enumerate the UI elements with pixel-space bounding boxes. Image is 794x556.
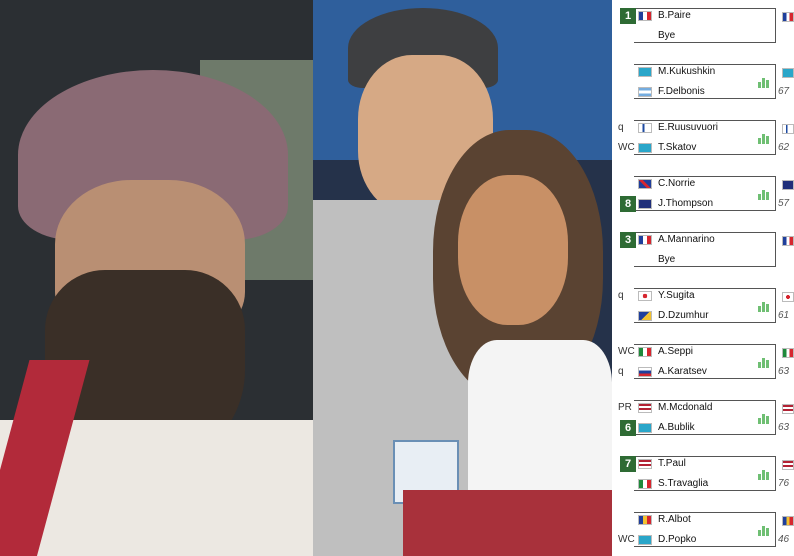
next-round-flag-icon [782,236,794,246]
player-name[interactable]: J.Thompson [658,198,713,209]
bracket-match: R.Albot WC D.Popko 46 [612,504,794,547]
player-name[interactable]: M.Mcdonald [658,402,712,413]
player-name[interactable]: M.Kukushkin [658,66,715,77]
match-stats-icon[interactable] [758,356,770,368]
flag-icon [638,123,652,133]
match-stats-icon[interactable] [758,524,770,536]
match-stats-icon[interactable] [758,188,770,200]
player-name[interactable]: A.Mannarino [658,234,715,245]
match-stats-icon[interactable] [758,468,770,480]
entry-tag: q [618,122,624,133]
bracket-match: q E.Ruusuvuori WC T.Skatov 62 [612,112,794,155]
flag-icon [638,403,652,413]
player-name[interactable]: A.Seppi [658,346,693,357]
seed-badge: 1 [620,8,636,24]
flag-icon [638,11,652,21]
match-score: 62 [778,142,790,153]
player-row[interactable]: 1 B.Paire [612,7,794,27]
next-round-flag-icon [782,124,794,134]
flag-icon [638,459,652,469]
bracket-match: M.Kukushkin F.Delbonis 67 [612,56,794,99]
photo-couple [313,0,612,556]
flag-icon [638,199,652,209]
match-score: 57 [778,198,790,209]
player-name[interactable]: T.Paul [658,458,686,469]
flag-icon [638,311,652,321]
match-score: 46 [778,534,790,545]
tournament-bracket: 1 B.Paire Bye M.Kukushkin F.Delbonis 67 q E.Ruu… [612,0,794,556]
entry-tag: q [618,290,624,301]
plaid-sleeve [403,490,612,556]
bracket-match: PR M.Mcdonald 6 A.Bublik 63 [612,392,794,436]
next-round-flag-icon [782,404,794,414]
flag-icon [638,67,652,77]
seed-badge: 6 [620,420,636,436]
entry-tag: PR [618,402,632,413]
photo-bearded-man [0,0,313,556]
match-stats-icon[interactable] [758,132,770,144]
player-name[interactable]: Bye [658,254,675,265]
match-score: 63 [778,422,790,433]
match-score: 61 [778,310,790,321]
entry-tag: WC [618,534,635,545]
entry-tag: WC [618,142,635,153]
flag-icon [638,291,652,301]
player-name[interactable]: D.Dzumhur [658,310,709,321]
player-name[interactable]: Y.Sugita [658,290,695,301]
player-name[interactable]: A.Karatsev [658,366,707,377]
match-score: 76 [778,478,790,489]
seed-badge: 8 [620,196,636,212]
next-round-flag-icon [782,180,794,190]
flag-icon [638,535,652,545]
player-name[interactable]: S.Travaglia [658,478,708,489]
seed-badge: 3 [620,232,636,248]
next-round-flag-icon [782,516,794,526]
next-round-flag-icon [782,12,794,22]
bracket-match: q Y.Sugita D.Dzumhur 61 [612,280,794,323]
player-row[interactable]: Bye [612,251,794,271]
player-row[interactable]: 3 A.Mannarino [612,231,794,251]
entry-tag: WC [618,346,635,357]
flag-icon [638,87,652,97]
player-name[interactable]: F.Delbonis [658,86,705,97]
next-round-flag-icon [782,292,794,302]
bracket-match: 1 B.Paire Bye [612,0,794,43]
match-stats-icon[interactable] [758,76,770,88]
match-score: 63 [778,366,790,377]
bracket-match: C.Norrie 8 J.Thompson 57 [612,168,794,212]
seed-badge: 7 [620,456,636,472]
flag-icon [638,235,652,245]
player-name[interactable]: Bye [658,30,675,41]
flag-icon [638,423,652,433]
next-round-flag-icon [782,460,794,470]
match-stats-icon[interactable] [758,412,770,424]
player-name[interactable]: A.Bublik [658,422,695,433]
next-round-flag-icon [782,348,794,358]
next-round-flag-icon [782,68,794,78]
bracket-match: 7 T.Paul S.Travaglia 76 [612,448,794,491]
flag-icon [638,479,652,489]
player-name[interactable]: B.Paire [658,10,691,21]
bracket-match: 3 A.Mannarino Bye [612,224,794,267]
flag-icon [638,347,652,357]
entry-tag: q [618,366,624,377]
flag-icon [638,143,652,153]
flag-icon [638,515,652,525]
flag-icon [638,367,652,377]
bracket-match: WC A.Seppi q A.Karatsev 63 [612,336,794,379]
player-name[interactable]: R.Albot [658,514,691,525]
match-stats-icon[interactable] [758,300,770,312]
flag-icon [638,179,652,189]
player-name[interactable]: C.Norrie [658,178,695,189]
player-name[interactable]: D.Popko [658,534,696,545]
match-score: 67 [778,86,790,97]
player-name[interactable]: E.Ruusuvuori [658,122,718,133]
player-name[interactable]: T.Skatov [658,142,696,153]
woman-face [458,175,568,325]
player-row[interactable]: Bye [612,27,794,47]
